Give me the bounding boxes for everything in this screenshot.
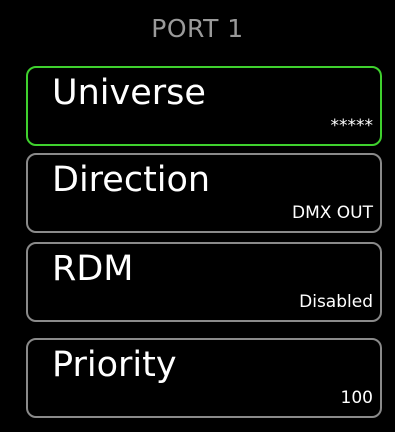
menu-item-value: DMX OUT xyxy=(291,203,373,223)
menu-item-direction[interactable]: Direction DMX OUT xyxy=(26,153,382,233)
menu-item-rdm[interactable]: RDM Disabled xyxy=(26,242,382,322)
menu-item-label: Direction xyxy=(52,160,211,200)
menu-item-label: Priority xyxy=(52,345,177,385)
menu-item-value: Disabled xyxy=(299,292,373,312)
port-settings-screen: PORT 1 Universe ***** Direction DMX OUT … xyxy=(0,0,395,432)
page-title: PORT 1 xyxy=(151,14,244,43)
menu-item-value: ***** xyxy=(330,116,374,136)
menu-item-label: RDM xyxy=(52,249,134,289)
menu-item-priority[interactable]: Priority 100 xyxy=(26,338,382,418)
menu-item-universe[interactable]: Universe ***** xyxy=(26,66,382,146)
menu-item-label: Universe xyxy=(52,73,206,113)
menu-item-value: 100 xyxy=(340,388,373,408)
